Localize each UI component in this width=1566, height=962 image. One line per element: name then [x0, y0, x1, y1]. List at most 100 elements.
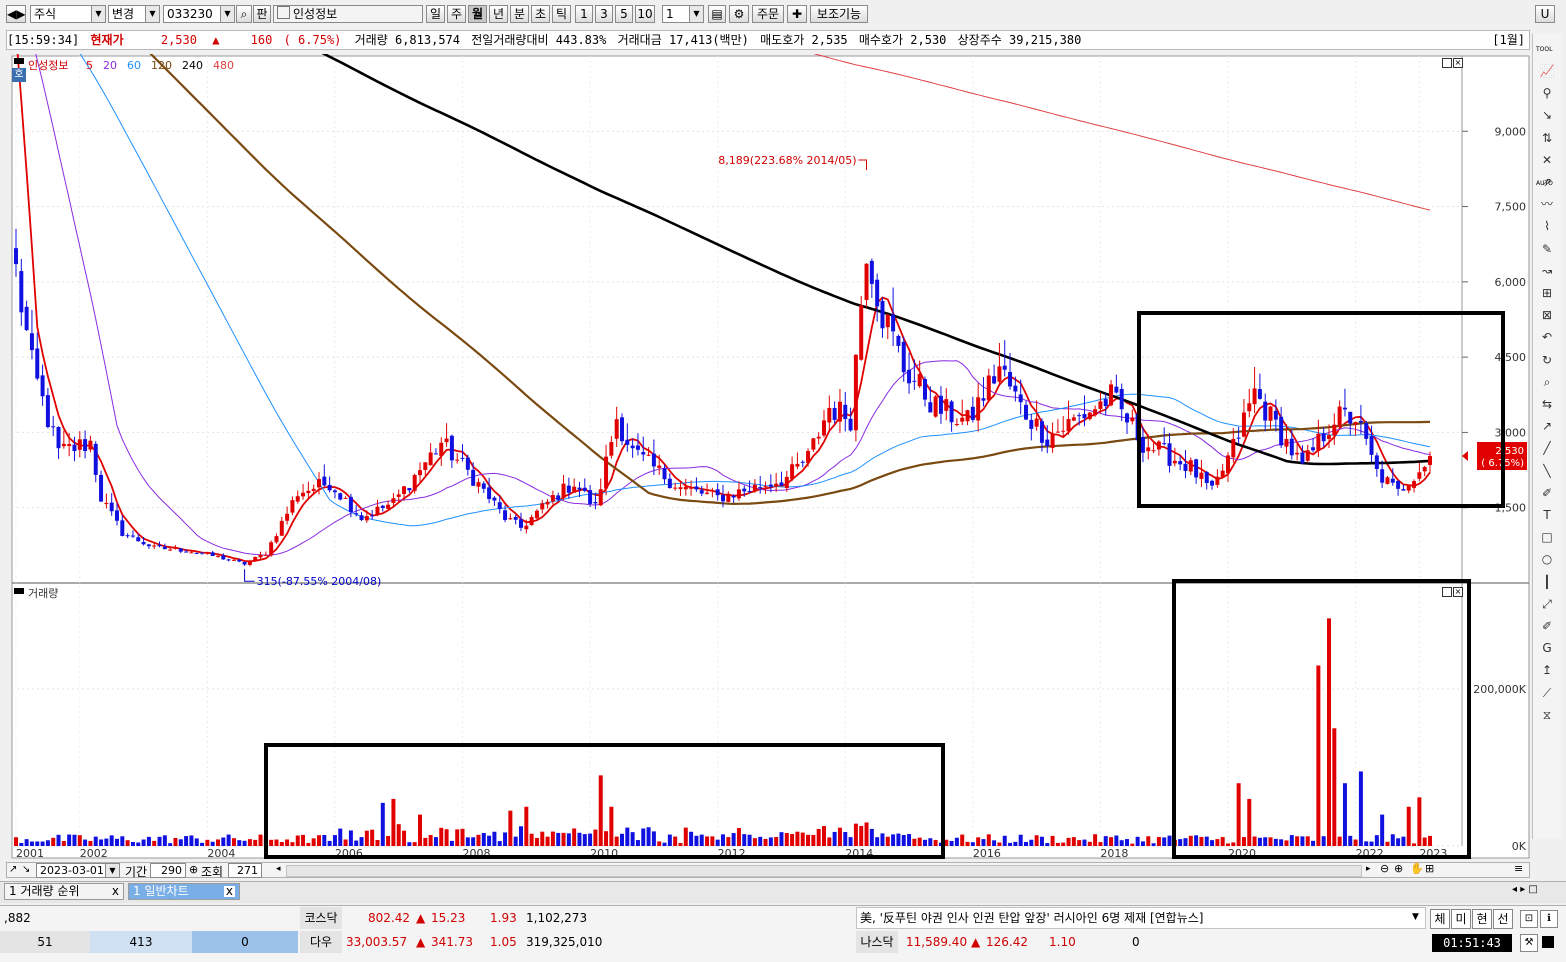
- tool-grid-icon[interactable]: ⊞: [1538, 284, 1556, 302]
- ma-legend-480[interactable]: 480: [213, 59, 234, 72]
- ma-legend-5[interactable]: 5: [86, 59, 93, 72]
- period-button-3[interactable]: 년: [489, 5, 508, 23]
- count-button-0[interactable]: 1: [575, 5, 593, 23]
- tool-expand-icon[interactable]: ⤢: [1538, 595, 1556, 613]
- stop-icon[interactable]: [1542, 936, 1554, 948]
- chevron-down-icon[interactable]: ▼: [689, 6, 703, 22]
- tool-search-icon[interactable]: ⌕: [1538, 373, 1556, 391]
- period-button-5[interactable]: 초: [531, 5, 550, 23]
- save-icon[interactable]: ▤: [708, 5, 726, 23]
- count-button-2[interactable]: 5: [615, 5, 633, 23]
- tool-fork-icon[interactable]: ⌇: [1538, 217, 1556, 235]
- quick-button-1[interactable]: 미: [1451, 909, 1471, 929]
- ma-legend-20[interactable]: 20: [103, 59, 117, 72]
- ma-legend-60[interactable]: 60: [127, 59, 141, 72]
- fit-icon[interactable]: ⊞: [1425, 862, 1434, 875]
- hand-icon[interactable]: ✋: [1410, 862, 1424, 875]
- tool-edit-icon[interactable]: ✐: [1538, 484, 1556, 502]
- tool-pen-icon[interactable]: ✎: [1538, 240, 1556, 258]
- tool-gann-icon[interactable]: G: [1538, 639, 1556, 657]
- tool-channel-icon[interactable]: ⟋: [1538, 684, 1556, 702]
- scroll-right-button[interactable]: ▸: [1366, 864, 1371, 874]
- tool-bar-icon[interactable]: ┃: [1538, 573, 1556, 591]
- calendar-icon[interactable]: ▼: [105, 864, 119, 877]
- price-panel-max-icon[interactable]: [1442, 58, 1452, 68]
- market-select[interactable]: 주식 ▼: [30, 5, 106, 23]
- tool-line-icon[interactable]: ╱: [1538, 439, 1556, 457]
- tool-sort-icon[interactable]: ⇅: [1538, 129, 1556, 147]
- zoom-out-icon[interactable]: ⊖: [1380, 862, 1389, 875]
- search-button[interactable]: ⌕: [236, 5, 252, 23]
- tool-text-icon[interactable]: T: [1538, 506, 1556, 524]
- tool-diag-icon[interactable]: ╲: [1538, 462, 1556, 480]
- tool-ray-icon[interactable]: ↗: [1538, 417, 1556, 435]
- corner-badge[interactable]: 호: [12, 68, 26, 82]
- period-input[interactable]: 290: [150, 863, 186, 878]
- chart-tool-icon[interactable]: ↗: [9, 864, 17, 875]
- change-select[interactable]: 변경 ▼: [108, 5, 160, 23]
- tool-box-icon[interactable]: ⊠: [1538, 306, 1556, 324]
- close-icon[interactable]: x: [112, 884, 119, 899]
- tool-swap-icon[interactable]: ⇆: [1538, 395, 1556, 413]
- volume-panel-icon[interactable]: [14, 588, 24, 594]
- stock-name-field[interactable]: 인성정보: [273, 5, 423, 23]
- stock-chart[interactable]: 1,500 3,000 4,500 6,000 7,500 9,000 0K 200,000K…: [0, 54, 1530, 862]
- zoom-in-icon[interactable]: ⊕: [1394, 862, 1403, 875]
- tool-curve-icon[interactable]: ↝: [1538, 262, 1556, 280]
- scroll-left-button[interactable]: ◂: [276, 864, 281, 874]
- tab-general-chart[interactable]: 1 일반차트 x: [128, 883, 240, 900]
- price-panel-icon[interactable]: [14, 58, 24, 64]
- add-icon[interactable]: ✚: [787, 5, 807, 23]
- price-panel-close-icon[interactable]: ×: [1453, 58, 1463, 68]
- tool-icon[interactable]: ⚒: [1520, 934, 1538, 952]
- order-button[interactable]: 주문: [752, 5, 784, 23]
- tool-pin-icon[interactable]: ⚲: [1538, 84, 1556, 102]
- period-button-2[interactable]: 월: [468, 5, 487, 23]
- tool-rect-icon[interactable]: □: [1538, 528, 1556, 546]
- chevron-down-icon[interactable]: ▼: [145, 6, 159, 22]
- period-button-4[interactable]: 분: [510, 5, 529, 23]
- lookup-input[interactable]: 271: [228, 863, 262, 878]
- menu-icon[interactable]: ≡: [1514, 862, 1523, 875]
- volume-panel-close-icon[interactable]: ×: [1453, 587, 1463, 597]
- period-button-6[interactable]: 틱: [552, 5, 571, 23]
- stock-code-input[interactable]: 033230 ▼: [163, 5, 235, 23]
- settings-icon[interactable]: ⚙: [729, 5, 749, 23]
- tool-fib-icon[interactable]: ↥: [1538, 661, 1556, 679]
- tool-timer-icon[interactable]: ⧖: [1538, 706, 1556, 724]
- quick-button-2[interactable]: 현: [1472, 909, 1492, 929]
- tab-volume-rank[interactable]: 1 거래량 순위 x: [4, 883, 124, 900]
- close-icon[interactable]: x: [223, 885, 235, 897]
- tool-draw-icon[interactable]: ✐: [1538, 617, 1556, 635]
- count-button-3[interactable]: 10: [635, 5, 655, 23]
- tool-cross-icon[interactable]: ✕: [1538, 151, 1556, 169]
- news-ticker[interactable]: 美, '反푸틴 야권 인사 인권 탄압 앞장' 러시아인 6명 제재 [연합뉴스…: [856, 907, 1426, 929]
- chart-tool-icon-2[interactable]: ↘: [22, 864, 30, 875]
- chevron-down-icon[interactable]: ▼: [91, 6, 105, 22]
- quick-button-3[interactable]: 선: [1493, 909, 1513, 929]
- info-icon[interactable]: ℹ: [1540, 910, 1558, 928]
- tool-redo-icon[interactable]: ↻: [1538, 351, 1556, 369]
- tool-chart-icon[interactable]: 📈: [1538, 62, 1556, 80]
- count-button-1[interactable]: 3: [595, 5, 613, 23]
- tool-wave-icon[interactable]: 〰: [1538, 195, 1556, 213]
- ma-legend-120[interactable]: 120: [151, 59, 172, 72]
- window-icon[interactable]: ⊡: [1520, 910, 1538, 928]
- horizontal-scrollbar[interactable]: [286, 865, 1362, 877]
- unit-button[interactable]: U: [1535, 5, 1555, 23]
- nav-arrows-button[interactable]: ◀▶: [6, 5, 26, 23]
- period-button-1[interactable]: 주: [447, 5, 466, 23]
- tab-scroll-icons[interactable]: ◂ ▸ □: [1512, 884, 1538, 895]
- quick-button-0[interactable]: 체: [1430, 909, 1450, 929]
- ma-legend-240[interactable]: 240: [182, 59, 203, 72]
- news-dropdown-icon[interactable]: ▼: [1412, 912, 1419, 922]
- tool-undo-icon[interactable]: ↶: [1538, 328, 1556, 346]
- chevron-down-icon[interactable]: ▼: [220, 6, 234, 22]
- aux-function-button[interactable]: 보조기능: [810, 5, 868, 23]
- lookup-icon[interactable]: ⊕: [189, 863, 198, 876]
- volume-panel-max-icon[interactable]: [1442, 587, 1452, 597]
- pan-button[interactable]: 판: [253, 5, 271, 23]
- interval-select[interactable]: 1 ▼: [662, 5, 704, 23]
- date-input[interactable]: 2023-03-01 ▼: [36, 863, 120, 878]
- tool-circle-icon[interactable]: ○: [1538, 550, 1556, 568]
